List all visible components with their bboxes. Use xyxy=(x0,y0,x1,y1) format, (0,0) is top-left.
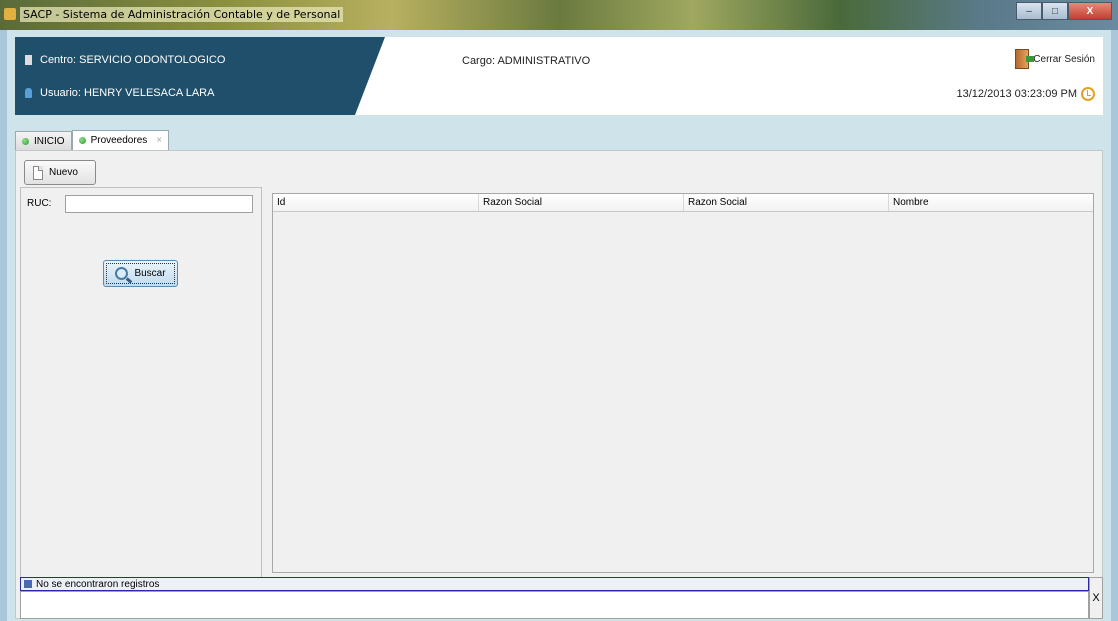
usuario-text: Usuario: HENRY VELESACA LARA xyxy=(40,87,215,99)
window-title-bar[interactable]: SACP - Sistema de Administración Contabl… xyxy=(0,0,1118,30)
column-header-nombre[interactable]: Nombre xyxy=(889,194,1093,211)
minimize-button[interactable]: – xyxy=(1016,2,1042,20)
status-bar: No se encontraron registros xyxy=(20,577,1089,591)
tab-proveedores[interactable]: Proveedores × xyxy=(71,130,170,150)
app-frame: Centro: SERVICIO ODONTOLOGICO Usuario: H… xyxy=(7,30,1111,621)
status-dot-icon xyxy=(78,137,86,144)
tab-label: Proveedores xyxy=(90,135,148,146)
centro-text: Centro: SERVICIO ODONTOLOGICO xyxy=(40,54,226,66)
cargo-text: Cargo: ADMINISTRATIVO xyxy=(462,55,591,67)
centro-row: Centro: SERVICIO ODONTOLOGICO xyxy=(25,54,225,66)
tab-inicio[interactable]: INICIO xyxy=(15,131,72,150)
datetime-display: 13/12/2013 03:23:09 PM xyxy=(957,87,1095,101)
close-tab-icon[interactable]: × xyxy=(156,135,162,146)
close-window-button[interactable]: X xyxy=(1068,2,1112,20)
tab-strip: INICIO Proveedores × xyxy=(15,130,170,150)
clock-icon xyxy=(1081,87,1095,101)
maximize-button[interactable]: □ xyxy=(1042,2,1068,20)
nuevo-label: Nuevo xyxy=(49,167,78,178)
building-icon xyxy=(25,55,32,65)
search-icon xyxy=(115,267,129,280)
buscar-button[interactable]: Buscar xyxy=(103,260,178,287)
usuario-row: Usuario: HENRY VELESACA LARA xyxy=(25,87,214,99)
table-header: Id Razon Social Razon Social Nombre xyxy=(273,194,1093,212)
header-shape xyxy=(15,37,385,115)
window-title: SACP - Sistema de Administración Contabl… xyxy=(20,7,344,22)
logout-label: Cerrar Sesión xyxy=(1033,53,1095,65)
buscar-label: Buscar xyxy=(134,268,166,279)
status-message: No se encontraron registros xyxy=(36,578,160,590)
user-icon xyxy=(25,88,32,98)
ruc-label: RUC: xyxy=(27,198,52,209)
header: Centro: SERVICIO ODONTOLOGICO Usuario: H… xyxy=(15,37,1103,115)
column-header-id[interactable]: Id xyxy=(273,194,479,211)
search-panel xyxy=(20,187,262,606)
nuevo-button[interactable]: Nuevo xyxy=(24,160,96,185)
datetime-text: 13/12/2013 03:23:09 PM xyxy=(956,88,1077,100)
column-header-razon-social-2[interactable]: Razon Social xyxy=(684,194,889,211)
logout-button[interactable]: Cerrar Sesión xyxy=(1015,49,1095,69)
message-close-button[interactable]: X xyxy=(1089,577,1103,619)
message-area xyxy=(20,591,1089,619)
column-header-razon-social[interactable]: Razon Social xyxy=(479,194,684,211)
window-controls: – □ X xyxy=(1016,2,1112,20)
app-icon xyxy=(4,8,16,20)
results-table[interactable]: Id Razon Social Razon Social Nombre xyxy=(272,193,1094,573)
new-document-icon xyxy=(33,165,43,180)
tab-label: INICIO xyxy=(34,135,65,147)
ruc-input[interactable] xyxy=(65,195,253,213)
user-info-panel: Centro: SERVICIO ODONTOLOGICO Usuario: H… xyxy=(15,37,385,115)
status-dot-icon xyxy=(22,137,29,145)
logout-door-icon xyxy=(1015,49,1035,69)
info-icon xyxy=(24,580,32,588)
